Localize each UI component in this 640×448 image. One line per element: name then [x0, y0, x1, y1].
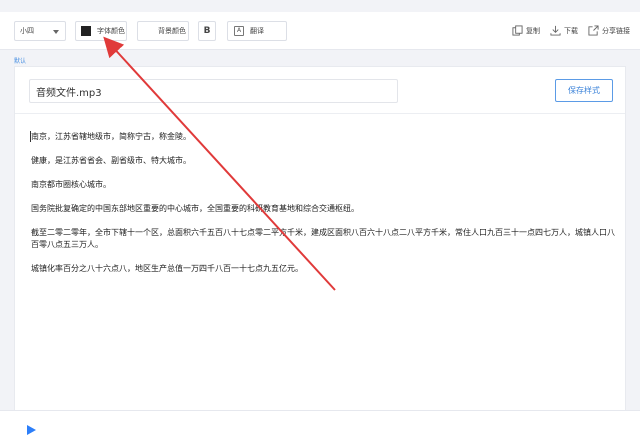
- copy-icon: [512, 25, 523, 36]
- bold-button[interactable]: B: [198, 21, 216, 41]
- background-color-label: 背景颜色: [158, 27, 186, 35]
- paragraph[interactable]: 南京，江苏省辖地级市，简称宁古，称金陵。: [31, 131, 616, 143]
- chevron-down-icon: [53, 30, 59, 34]
- share-icon: [588, 25, 599, 36]
- paragraph[interactable]: 南京都市圈核心城市。: [31, 179, 616, 191]
- share-link-button[interactable]: 分享链接: [588, 25, 630, 36]
- copy-label: 复制: [526, 26, 540, 35]
- player-bar: [0, 410, 640, 448]
- transcript-text[interactable]: 南京，江苏省辖地级市，简称宁古，称金陵。 健康，是江苏省省会、副省级市、特大城市…: [31, 131, 616, 287]
- paragraph[interactable]: 健康，是江苏省省会、副省级市、特大城市。: [31, 155, 616, 167]
- share-link-label: 分享链接: [602, 26, 630, 35]
- font-color-label: 字体颜色: [97, 27, 125, 35]
- translate-icon: A: [234, 26, 244, 36]
- paragraph[interactable]: 截至二零二零年，全市下辖十一个区，总面积六千五百八十七点零二平方千米，建成区面积…: [31, 227, 616, 251]
- style-preset-label[interactable]: 默认: [14, 56, 26, 65]
- save-style-button[interactable]: 保存样式: [555, 79, 613, 102]
- download-button[interactable]: 下载: [550, 25, 578, 36]
- editor-card: 保存样式 南京，江苏省辖地级市，简称宁古，称金陵。 健康，是江苏省省会、副省级市…: [14, 66, 626, 411]
- toolbar-actions: 复制 下载 分享链接: [512, 25, 630, 36]
- translate-label: 翻译: [250, 27, 264, 35]
- filename-input[interactable]: [29, 79, 398, 103]
- font-size-select[interactable]: 小四: [14, 21, 66, 41]
- download-icon: [550, 25, 561, 36]
- background-color-button[interactable]: 背景颜色: [137, 21, 189, 41]
- paragraph[interactable]: 国务院批复确定的中国东部地区重要的中心城市，全国重要的科研教育基地和综合交通枢纽…: [31, 203, 616, 215]
- copy-button[interactable]: 复制: [512, 25, 540, 36]
- translate-button[interactable]: A 翻译: [227, 21, 287, 41]
- bold-label: B: [203, 26, 211, 36]
- paragraph[interactable]: 城镇化率百分之八十六点八，地区生产总值一万四千八百一十七点九五亿元。: [31, 263, 616, 275]
- play-icon[interactable]: [27, 425, 36, 435]
- toolbar: 小四 字体颜色 背景颜色 B A 翻译 复制 下载 分享链接: [0, 12, 640, 50]
- font-color-swatch: [81, 26, 91, 36]
- font-size-value: 小四: [20, 27, 34, 35]
- download-label: 下载: [564, 26, 578, 35]
- font-color-button[interactable]: 字体颜色: [75, 21, 127, 41]
- editor-header: 保存样式: [15, 67, 625, 114]
